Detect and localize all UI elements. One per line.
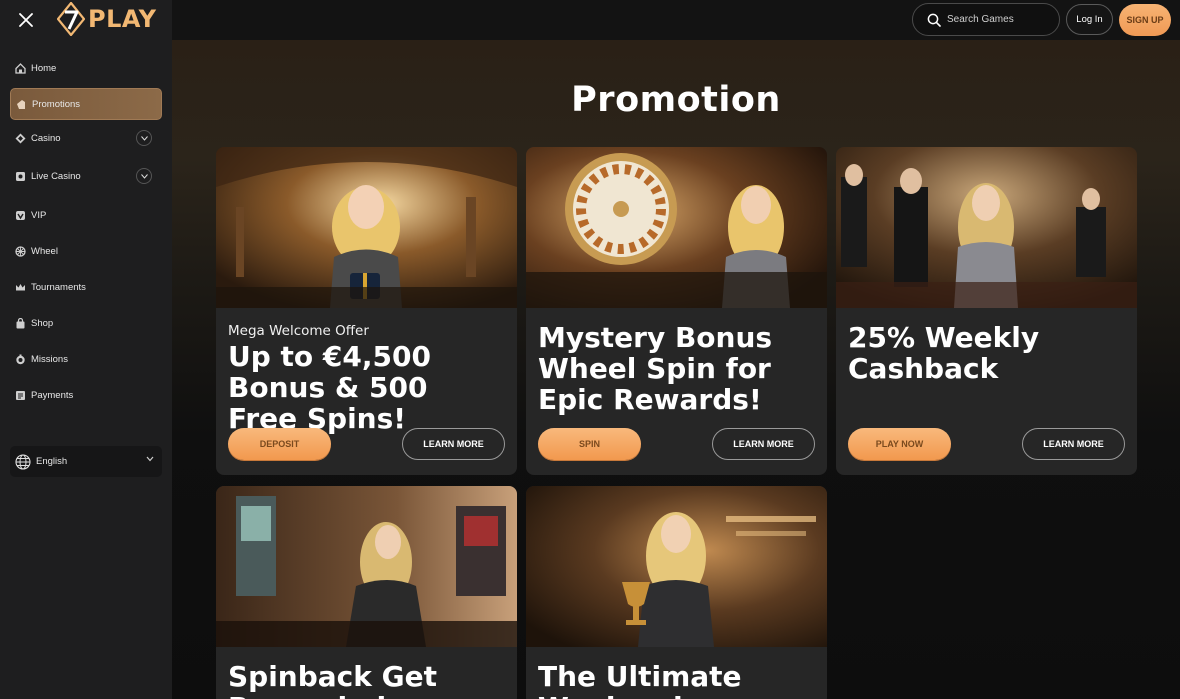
search-box[interactable] — [912, 3, 1060, 36]
sidebar-item-vip[interactable]: VIP — [10, 199, 162, 231]
logo-text: PLAY — [88, 5, 157, 33]
top-header: Log In SIGN UP — [172, 0, 1180, 40]
sidebar-item-label: Wheel — [31, 245, 58, 257]
promo-kicker: Mega Welcome Offer — [228, 323, 369, 339]
live-casino-icon — [15, 171, 26, 182]
learn-more-button[interactable]: LEARN MORE — [1022, 428, 1125, 460]
promo-card-wheel: Mystery Bonus Wheel Spin for Epic Reward… — [526, 147, 827, 475]
promo-card-cashback: 25% Weekly Cashback PLAY NOW LEARN MORE — [836, 147, 1137, 475]
promo-title: The Ultimate Weekend — [538, 660, 742, 699]
promo-title: 25% Weekly Cashback — [848, 321, 1040, 385]
promo-card-welcome: Mega Welcome Offer Up to €4,500 Bonus & … — [216, 147, 517, 475]
search-icon — [927, 13, 941, 27]
logo[interactable]: PLAY — [57, 2, 157, 36]
spin-button[interactable]: SPIN — [538, 428, 641, 460]
promo-image — [216, 486, 517, 647]
deposit-button[interactable]: DEPOSIT — [228, 428, 331, 460]
sidebar-item-label: Promotions — [32, 98, 81, 110]
chevron-down-icon[interactable] — [136, 130, 152, 146]
search-input[interactable] — [947, 14, 1043, 25]
close-sidebar-button[interactable] — [14, 8, 38, 32]
play-now-button[interactable]: PLAY NOW — [848, 428, 951, 460]
sidebar-item-wheel[interactable]: Wheel — [10, 235, 162, 267]
logo-mark-icon — [57, 2, 85, 36]
learn-more-button[interactable]: LEARN MORE — [402, 428, 505, 460]
language-selector[interactable]: English — [10, 446, 162, 477]
sidebar-item-label: Casino — [31, 132, 61, 144]
sidebar-item-label: Payments — [31, 389, 74, 401]
home-icon — [15, 62, 26, 74]
sidebar-item-label: VIP — [31, 209, 47, 221]
sidebar-item-label: Shop — [31, 317, 54, 329]
sidebar-item-home[interactable]: Home — [10, 52, 162, 84]
crown-icon — [15, 282, 26, 293]
promo-image — [216, 147, 517, 308]
chevron-down-icon[interactable] — [136, 168, 152, 184]
sidebar-item-label: Missions — [31, 353, 68, 365]
wheel-icon — [15, 245, 26, 257]
missions-icon — [15, 354, 26, 365]
promo-body: Spinback Get Rewarded — [216, 661, 517, 699]
sidebar-item-label: Home — [31, 62, 57, 74]
learn-more-button[interactable]: LEARN MORE — [712, 428, 815, 460]
vip-icon — [15, 210, 26, 221]
promo-body: Mystery Bonus Wheel Spin for Epic Reward… — [526, 322, 827, 415]
sidebar: PLAY Home Promotions Casino Live Casino — [0, 0, 172, 699]
promo-body: 25% Weekly Cashback — [836, 322, 1137, 384]
promo-title: Spinback Get Rewarded — [228, 660, 438, 699]
main-content: Promotion Mega Welcome Offer Up to €4,50… — [172, 40, 1180, 699]
sidebar-item-tournaments[interactable]: Tournaments — [10, 271, 162, 303]
sidebar-item-label: Live Casino — [31, 170, 81, 182]
promo-title: Mystery Bonus Wheel Spin for Epic Reward… — [538, 321, 773, 416]
language-label: English — [36, 456, 68, 467]
promo-card-weekend: The Ultimate Weekend — [526, 486, 827, 699]
promo-image — [526, 147, 827, 308]
chevron-down-icon — [146, 456, 154, 462]
sidebar-item-promotions[interactable]: Promotions — [10, 88, 162, 120]
sidebar-item-casino[interactable]: Casino — [10, 122, 162, 154]
sidebar-item-shop[interactable]: Shop — [10, 307, 162, 339]
casino-icon — [15, 133, 26, 144]
page-title: Promotion — [571, 80, 781, 120]
sidebar-item-missions[interactable]: Missions — [10, 343, 162, 375]
sidebar-item-payments[interactable]: Payments — [10, 379, 162, 411]
promo-body: The Ultimate Weekend — [526, 661, 827, 699]
promo-card-spinback: Spinback Get Rewarded — [216, 486, 517, 699]
close-icon — [19, 13, 33, 27]
promotions-icon — [16, 99, 27, 110]
promo-image — [526, 486, 827, 647]
signup-button[interactable]: SIGN UP — [1119, 4, 1171, 36]
login-button[interactable]: Log In — [1066, 4, 1113, 35]
payments-icon — [15, 390, 26, 401]
promo-body: Mega Welcome Offer Up to €4,500 Bonus & … — [216, 323, 517, 434]
promo-title: Up to €4,500 Bonus & 500 Free Spins! — [228, 340, 431, 435]
sidebar-top: PLAY — [0, 0, 172, 40]
globe-icon — [15, 453, 31, 470]
promo-image — [836, 147, 1137, 308]
shop-icon — [15, 317, 26, 329]
sidebar-item-live-casino[interactable]: Live Casino — [10, 160, 162, 192]
sidebar-item-label: Tournaments — [31, 281, 86, 293]
